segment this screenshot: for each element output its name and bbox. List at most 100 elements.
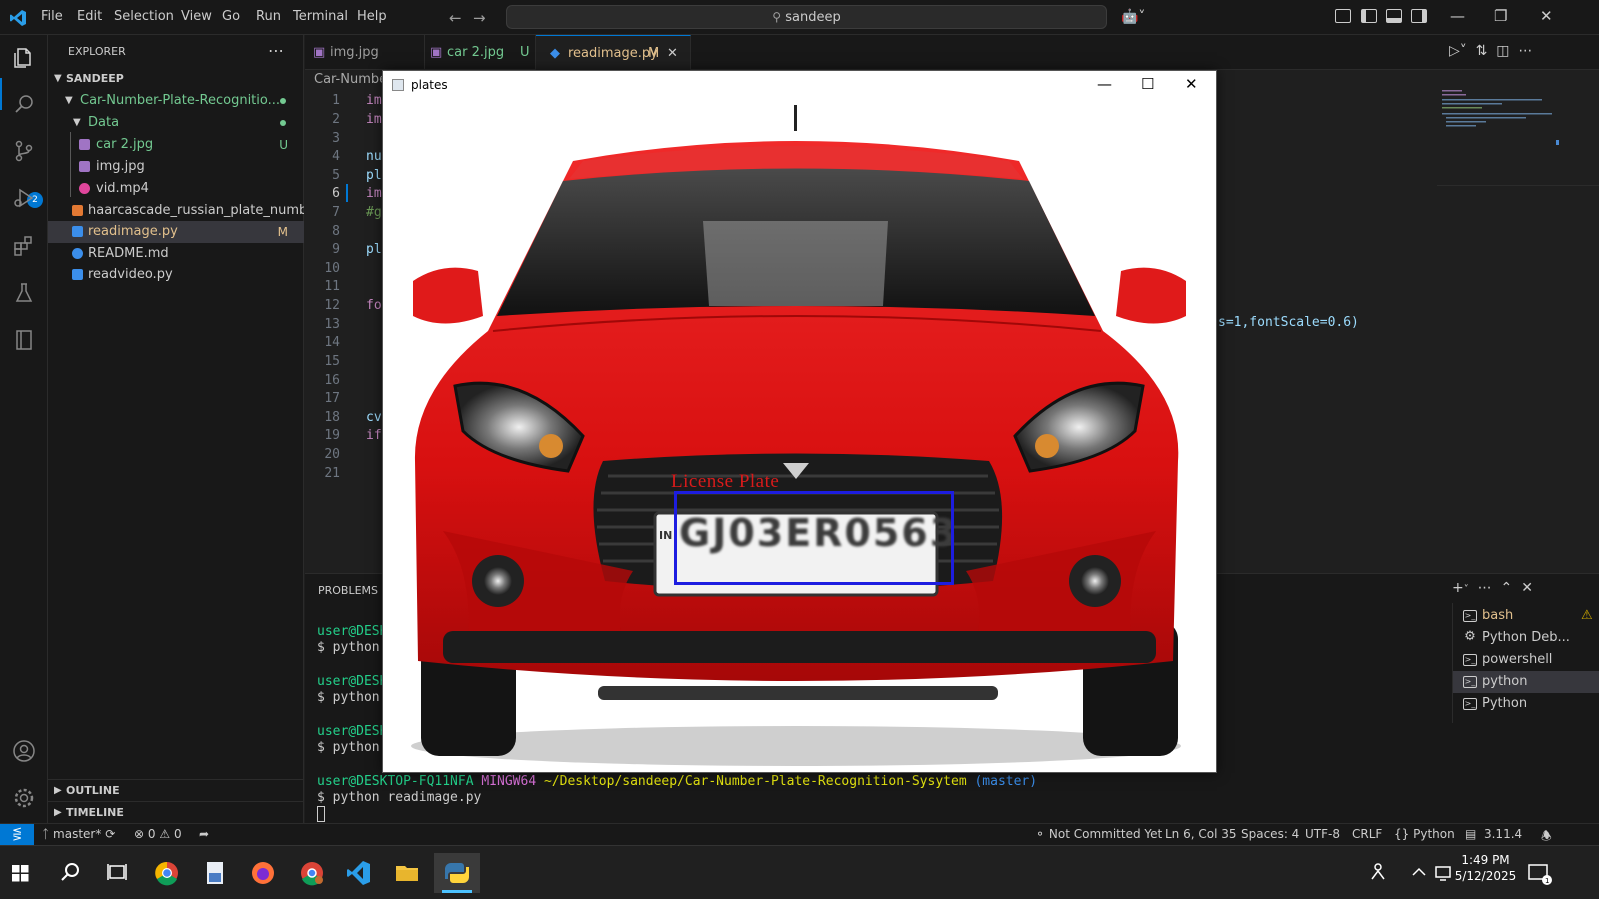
menu-view[interactable]: View	[181, 9, 212, 24]
line-number: 10	[324, 261, 340, 276]
prompt-branch: (master)	[974, 774, 1038, 789]
terminal-item-python-debug[interactable]: ⚙ Python Deb...	[1453, 627, 1599, 649]
python-app-icon[interactable]	[434, 853, 480, 893]
account-icon[interactable]	[12, 739, 36, 763]
line-number: 4	[332, 149, 340, 164]
tab-img-jpg[interactable]: ▣ img.jpg	[305, 35, 425, 70]
tree-file-vid[interactable]: vid.mp4	[48, 178, 304, 200]
command-center-search[interactable]: ⚲ sandeep	[506, 5, 1107, 29]
accessibility-icon[interactable]	[1366, 853, 1396, 893]
arrow-right-icon[interactable]: →	[473, 9, 486, 27]
file-explorer-doc-icon[interactable]	[195, 853, 235, 893]
menu-run[interactable]: Run	[256, 9, 281, 24]
python-interpreter[interactable]: ▤ 3.11.4	[1465, 827, 1522, 841]
minimize-icon[interactable]: —	[1097, 75, 1112, 93]
testing-icon[interactable]	[12, 281, 36, 305]
tree-data-label: Data	[88, 115, 120, 130]
branch-status[interactable]: ᛏ master* ⟳	[42, 827, 115, 841]
eol-status[interactable]: CRLF	[1352, 827, 1382, 841]
folder-icon[interactable]	[387, 853, 427, 893]
extensions-icon[interactable]	[12, 234, 36, 258]
gear-icon[interactable]	[12, 786, 36, 810]
search-icon[interactable]	[12, 92, 36, 116]
commit-icon: ⚬	[1035, 827, 1046, 841]
terminal-item-python[interactable]: >_ python	[1453, 671, 1599, 693]
outline-section[interactable]: ▶ OUTLINE	[48, 779, 304, 801]
tree-file-car2[interactable]: car 2.jpg U	[48, 134, 304, 156]
cursor-position[interactable]: Ln 6, Col 35	[1165, 827, 1237, 841]
remote-indicator-icon[interactable]: ⋚	[0, 824, 34, 846]
panel-tab-problems[interactable]: PROBLEMS	[318, 584, 378, 597]
restore-icon[interactable]: ❐	[1494, 7, 1507, 25]
image-file-icon	[79, 139, 90, 150]
more-actions-icon[interactable]: ⋯	[268, 41, 284, 60]
run-debug-icon[interactable]	[12, 186, 36, 210]
close-icon[interactable]: ✕	[667, 36, 678, 71]
indentation-status[interactable]: Spaces: 4	[1241, 827, 1299, 841]
tree-folder-project[interactable]: ▼ Car-Number-Plate-Recognitio...	[48, 90, 304, 112]
customize-layout-icon[interactable]	[1335, 9, 1351, 23]
source-control-icon[interactable]	[12, 139, 36, 163]
tab-car2-jpg[interactable]: ▣ car 2.jpg U	[425, 35, 536, 70]
menu-selection[interactable]: Selection	[114, 9, 174, 24]
maximize-icon[interactable]: ☐	[1141, 75, 1154, 93]
tree-file-img[interactable]: img.jpg	[48, 156, 304, 178]
tree-file-readme[interactable]: README.md	[48, 243, 304, 265]
task-view-icon[interactable]	[97, 853, 137, 893]
code-line: pl	[366, 242, 382, 257]
error-icon: ⊗	[134, 827, 145, 841]
code-line: fo	[366, 298, 382, 313]
prompt-shell: MINGW64	[481, 774, 537, 789]
toggle-secondary-sidebar-icon[interactable]	[1411, 9, 1427, 23]
menu-file[interactable]: File	[41, 9, 63, 24]
notebook-icon[interactable]	[12, 328, 36, 352]
tree-folder-data[interactable]: ▼ Data	[48, 112, 304, 134]
encoding-status[interactable]: UTF-8	[1305, 827, 1340, 841]
tab-readimage-py[interactable]: ◆ readimage.py M ✕	[536, 35, 691, 70]
run-python-icon[interactable]: ▷˅ ⇅ ◫ ⋯	[1449, 43, 1532, 59]
terminal-icon: >_	[1463, 698, 1477, 710]
explorer-icon[interactable]	[12, 46, 36, 70]
sync-icon: ⟳	[105, 827, 116, 841]
arrow-left-icon[interactable]: ←	[449, 9, 462, 27]
panel-actions[interactable]: +˅ ⋯ ⌃ ✕	[1452, 580, 1533, 596]
problems-status[interactable]: ⊗ 0 ⚠ 0	[134, 827, 182, 841]
language-mode[interactable]: {} Python	[1394, 827, 1455, 841]
breadcrumb[interactable]: Car-Numbe	[314, 72, 387, 87]
tree-root-sandeep[interactable]: ▼ SANDEEP	[48, 68, 304, 90]
tree-file-readvideo[interactable]: readvideo.py	[48, 264, 304, 286]
menu-edit[interactable]: Edit	[77, 9, 102, 24]
tree-file-readimage[interactable]: readimage.py M	[48, 221, 304, 243]
tab-decoration: M	[648, 46, 660, 61]
timeline-section[interactable]: ▶ TIMELINE	[48, 801, 304, 823]
terminal-item-powershell[interactable]: >_ powershell	[1453, 649, 1599, 671]
vscode-icon[interactable]	[339, 853, 379, 893]
plates-title-bar[interactable]: plates — ☐ ✕	[383, 71, 1216, 101]
terminal-item-bash[interactable]: >_ bash ⚠	[1453, 605, 1599, 627]
chrome-icon[interactable]	[147, 853, 187, 893]
chevron-right-icon: ▶	[54, 807, 62, 818]
live-share-icon[interactable]: ➦	[199, 827, 209, 841]
menu-help[interactable]: Help	[357, 9, 387, 24]
search-icon[interactable]	[50, 853, 90, 893]
terminal-item-python-2[interactable]: >_ Python	[1453, 693, 1599, 715]
chrome-profile-icon[interactable]	[292, 853, 332, 893]
minimap[interactable]	[1440, 85, 1560, 145]
toggle-sidebar-icon[interactable]	[1361, 9, 1377, 23]
notification-icon[interactable]: 1	[1522, 853, 1556, 893]
firefox-icon[interactable]	[243, 853, 283, 893]
prompt-user: user@DESKTOP-FQ11NFA	[317, 774, 474, 789]
plates-window[interactable]: plates — ☐ ✕ IN GJ03ER0563 License Plate	[382, 70, 1217, 773]
git-blame-status[interactable]: ⚬ Not Committed Yet	[1035, 827, 1162, 841]
close-icon[interactable]: ✕	[1185, 75, 1198, 93]
taskbar-clock[interactable]: 1:49 PM 5/12/2025	[1448, 852, 1523, 884]
terminal-cursor[interactable]	[317, 806, 325, 822]
toggle-panel-icon[interactable]	[1386, 9, 1402, 23]
menu-go[interactable]: Go	[222, 9, 240, 24]
close-icon[interactable]: ✕	[1540, 7, 1553, 25]
tree-file-haarcascade[interactable]: haarcascade_russian_plate_number....	[48, 200, 304, 222]
windows-start-icon[interactable]	[0, 853, 40, 893]
copilot-icon[interactable]: 🤖˅	[1121, 9, 1145, 25]
menu-terminal[interactable]: Terminal	[293, 9, 348, 24]
minimize-icon[interactable]: —	[1450, 7, 1465, 25]
